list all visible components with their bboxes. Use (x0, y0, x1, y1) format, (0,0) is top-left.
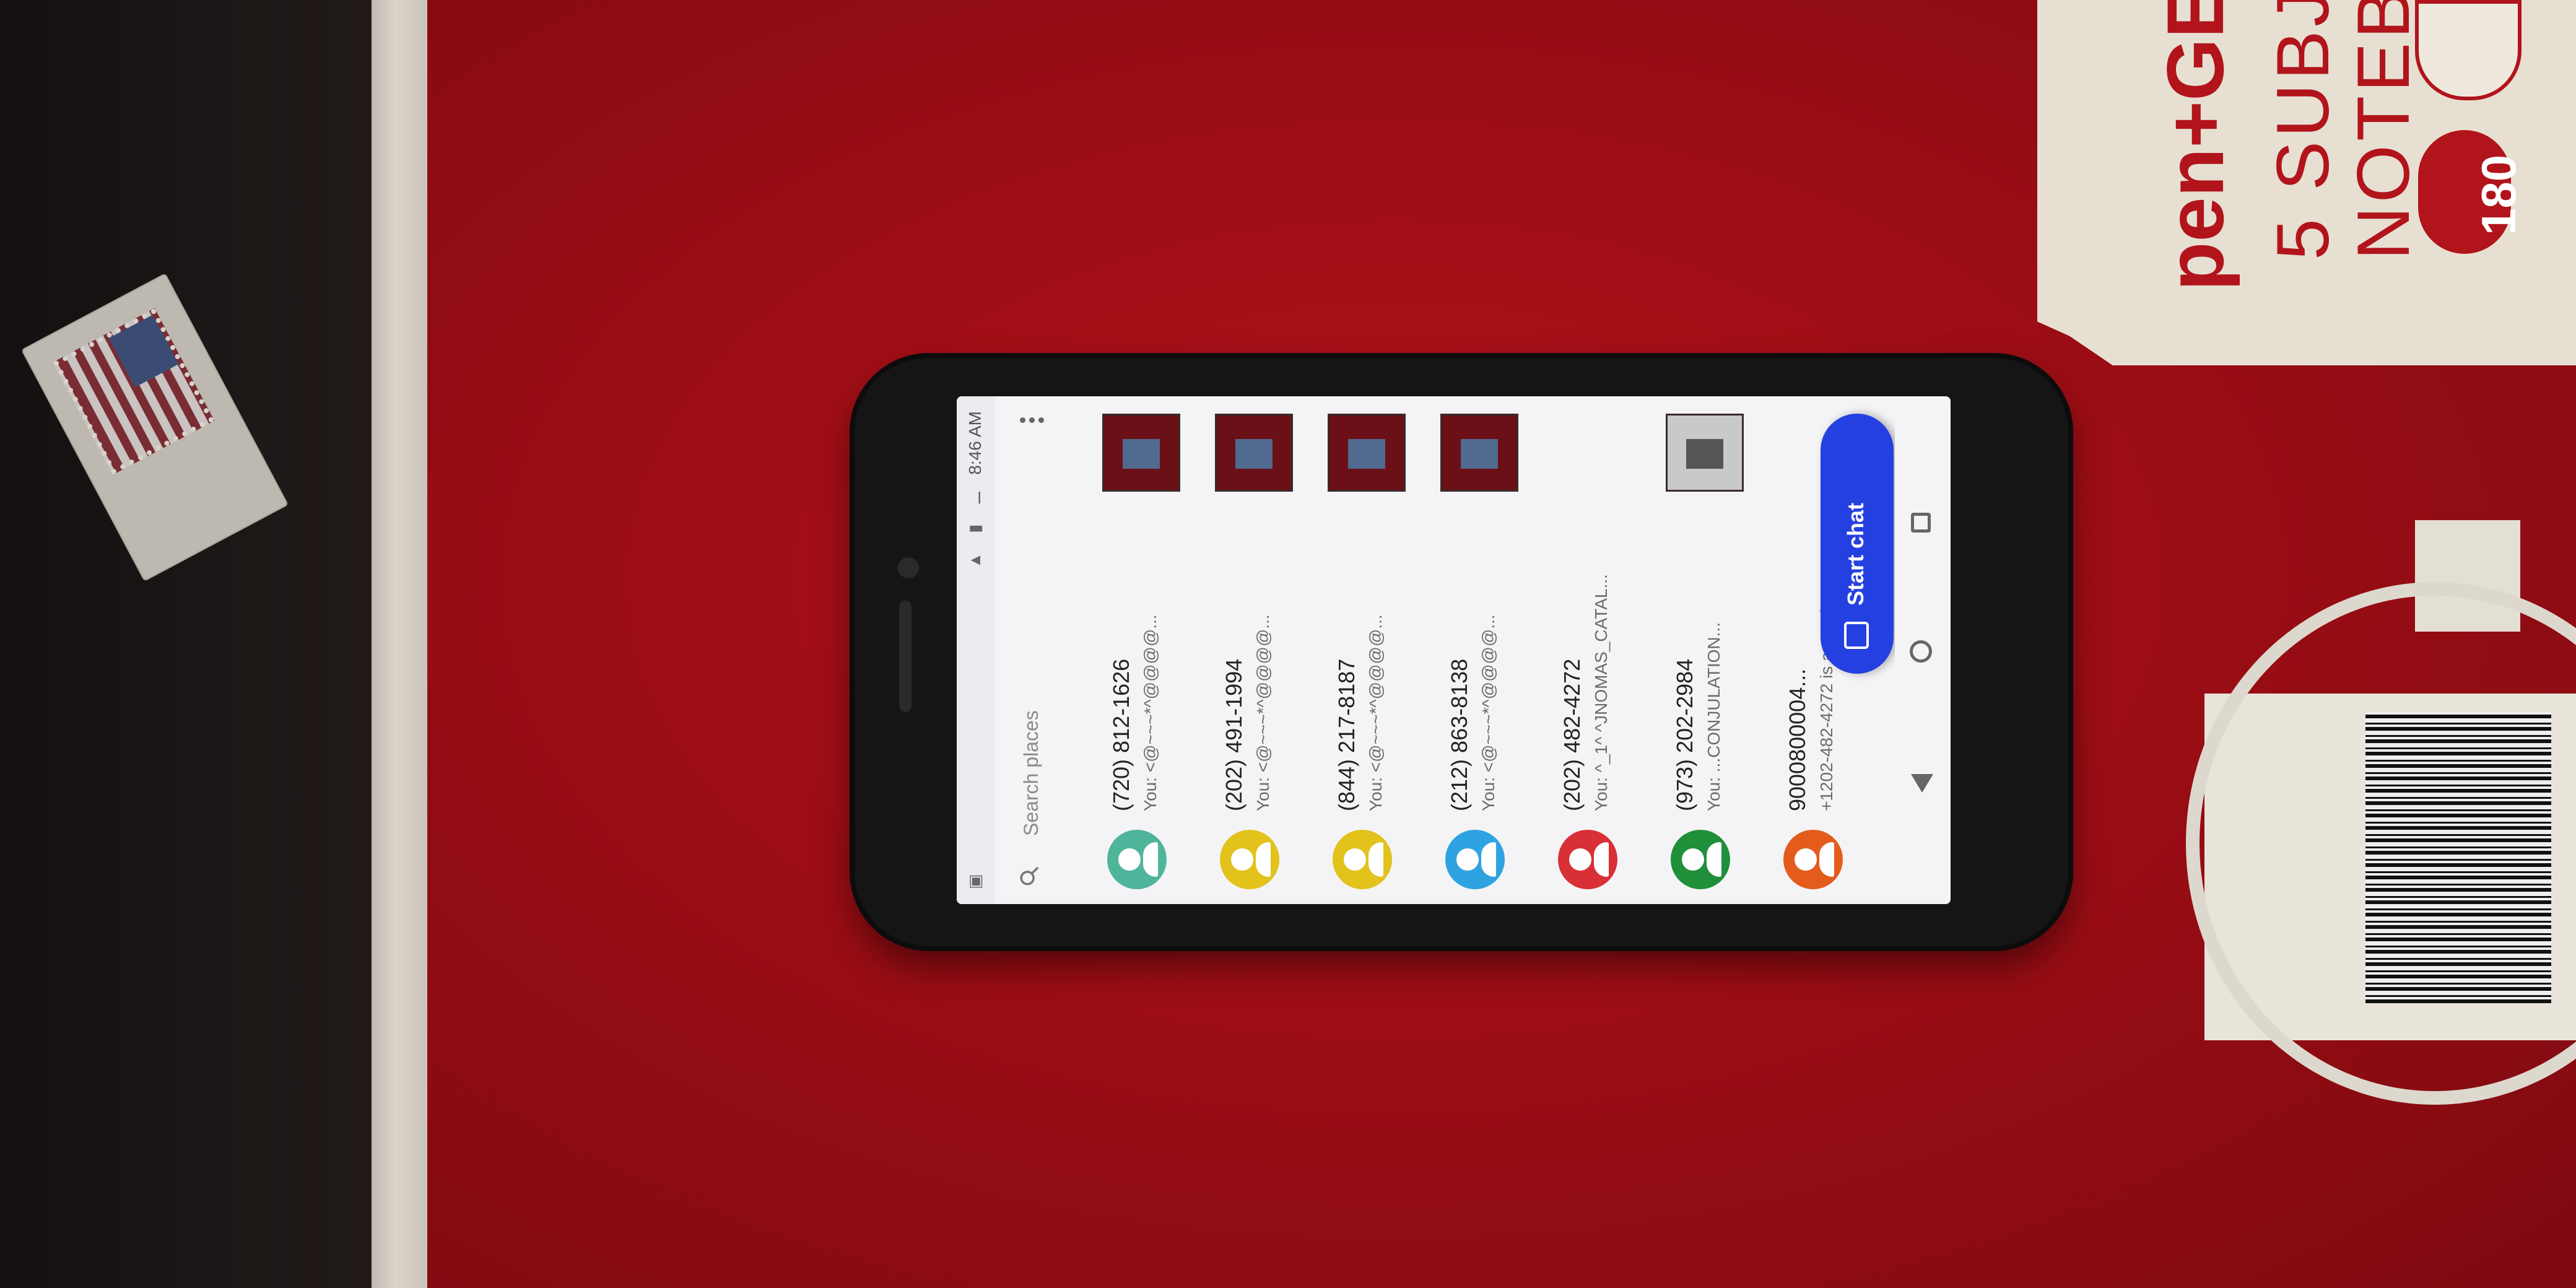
status-time: 8:46 AM (965, 411, 985, 475)
image-thumbnail (1328, 414, 1406, 492)
phone-screen: ▣ ▲ ▮ ⚊ 8:46 AM Search places (720) 812-… (957, 396, 1951, 904)
contact-avatar-icon (1783, 830, 1843, 889)
conversation-snippet: You: <@~~~*^@@@@... (1479, 614, 1498, 811)
start-chat-button[interactable]: Start chat (1821, 414, 1894, 674)
contact-avatar-icon (1107, 830, 1167, 889)
status-bar: ▣ ▲ ▮ ⚊ 8:46 AM (957, 396, 995, 904)
conversation-name: (720) 812-1626 (1108, 658, 1134, 811)
messages-app: ▣ ▲ ▮ ⚊ 8:46 AM Search places (720) 812-… (957, 396, 1951, 904)
desk-surface (0, 0, 396, 1288)
home-icon[interactable] (1910, 640, 1932, 663)
conversation-item[interactable]: (202) 491-1994 You: <@~~~*^@@@@... (1190, 396, 1303, 904)
conversation-name: (202) 482-4272 (1559, 658, 1585, 811)
chat-icon (1844, 622, 1869, 649)
notebook-title-line2: NOTEBOOK (2342, 0, 2425, 260)
conversation-name: (973) 202-2984 (1672, 658, 1697, 811)
contact-avatar-icon (1671, 830, 1730, 889)
sheets-count: 180 (2471, 154, 2526, 235)
navigation-bar (1895, 396, 1951, 904)
conversation-item[interactable]: (973) 202-2984 You: ...CONJULATION... (1641, 396, 1754, 904)
notification-icon: ▣ (965, 874, 984, 889)
earpiece (899, 601, 912, 712)
label-corner-badge (2415, 0, 2522, 100)
more-options-icon[interactable] (1016, 415, 1047, 426)
notebook-title-line1: 5 SUBJECT (2261, 0, 2344, 260)
conversation-snippet: You: ^_1^ ^JNOMAS_CATAL... (1591, 574, 1611, 811)
conversation-snippet: You: <@~~~*^@@@@... (1141, 614, 1160, 811)
conversation-snippet: You: ...CONJULATION... (1704, 622, 1723, 811)
contact-avatar-icon (1558, 830, 1617, 889)
conversation-item[interactable]: (720) 812-1626 You: <@~~~*^@@@@... (1077, 396, 1190, 904)
front-camera (898, 557, 919, 578)
search-icon[interactable] (1019, 866, 1040, 887)
contact-avatar-icon (1333, 830, 1392, 889)
recents-icon[interactable] (1911, 513, 1931, 533)
image-thumbnail (1440, 414, 1518, 492)
conversation-item[interactable]: (844) 217-8187 You: <@~~~*^@@@@... (1303, 396, 1416, 904)
contact-avatar-icon (1220, 830, 1279, 889)
conversation-snippet: You: <@~~~*^@@@@... (1366, 614, 1385, 811)
back-icon[interactable] (1911, 774, 1933, 793)
conversation-name: (202) 491-1994 (1221, 658, 1247, 811)
start-chat-label: Start chat (1843, 502, 1868, 606)
image-thumbnail (1102, 414, 1180, 492)
conversation-name: (844) 217-8187 (1334, 658, 1359, 811)
conversation-name: 9000800004... (1785, 668, 1810, 811)
conversation-snippet: You: <@~~~*^@@@@... (1253, 614, 1273, 811)
search-bar[interactable]: Search places (995, 396, 1069, 904)
conversation-name: (212) 863-8138 (1447, 658, 1472, 811)
notebook-brand: pen+GEAR (2150, 0, 2240, 291)
conversation-list: (720) 812-1626 You: <@~~~*^@@@@... (202)… (1077, 396, 1866, 904)
conversation-item[interactable]: (212) 863-8138 You: <@~~~*^@@@@... (1416, 396, 1528, 904)
status-icons: ▲ ▮ ⚊ (965, 483, 984, 568)
image-thumbnail (1215, 414, 1293, 492)
image-thumbnail (1666, 414, 1744, 492)
notebook-edge (372, 0, 430, 1288)
search-input[interactable]: Search places (1020, 710, 1043, 836)
conversation-item[interactable]: (202) 482-4272 You: ^_1^ ^JNOMAS_CATAL..… (1528, 396, 1641, 904)
contact-avatar-icon (1445, 830, 1505, 889)
